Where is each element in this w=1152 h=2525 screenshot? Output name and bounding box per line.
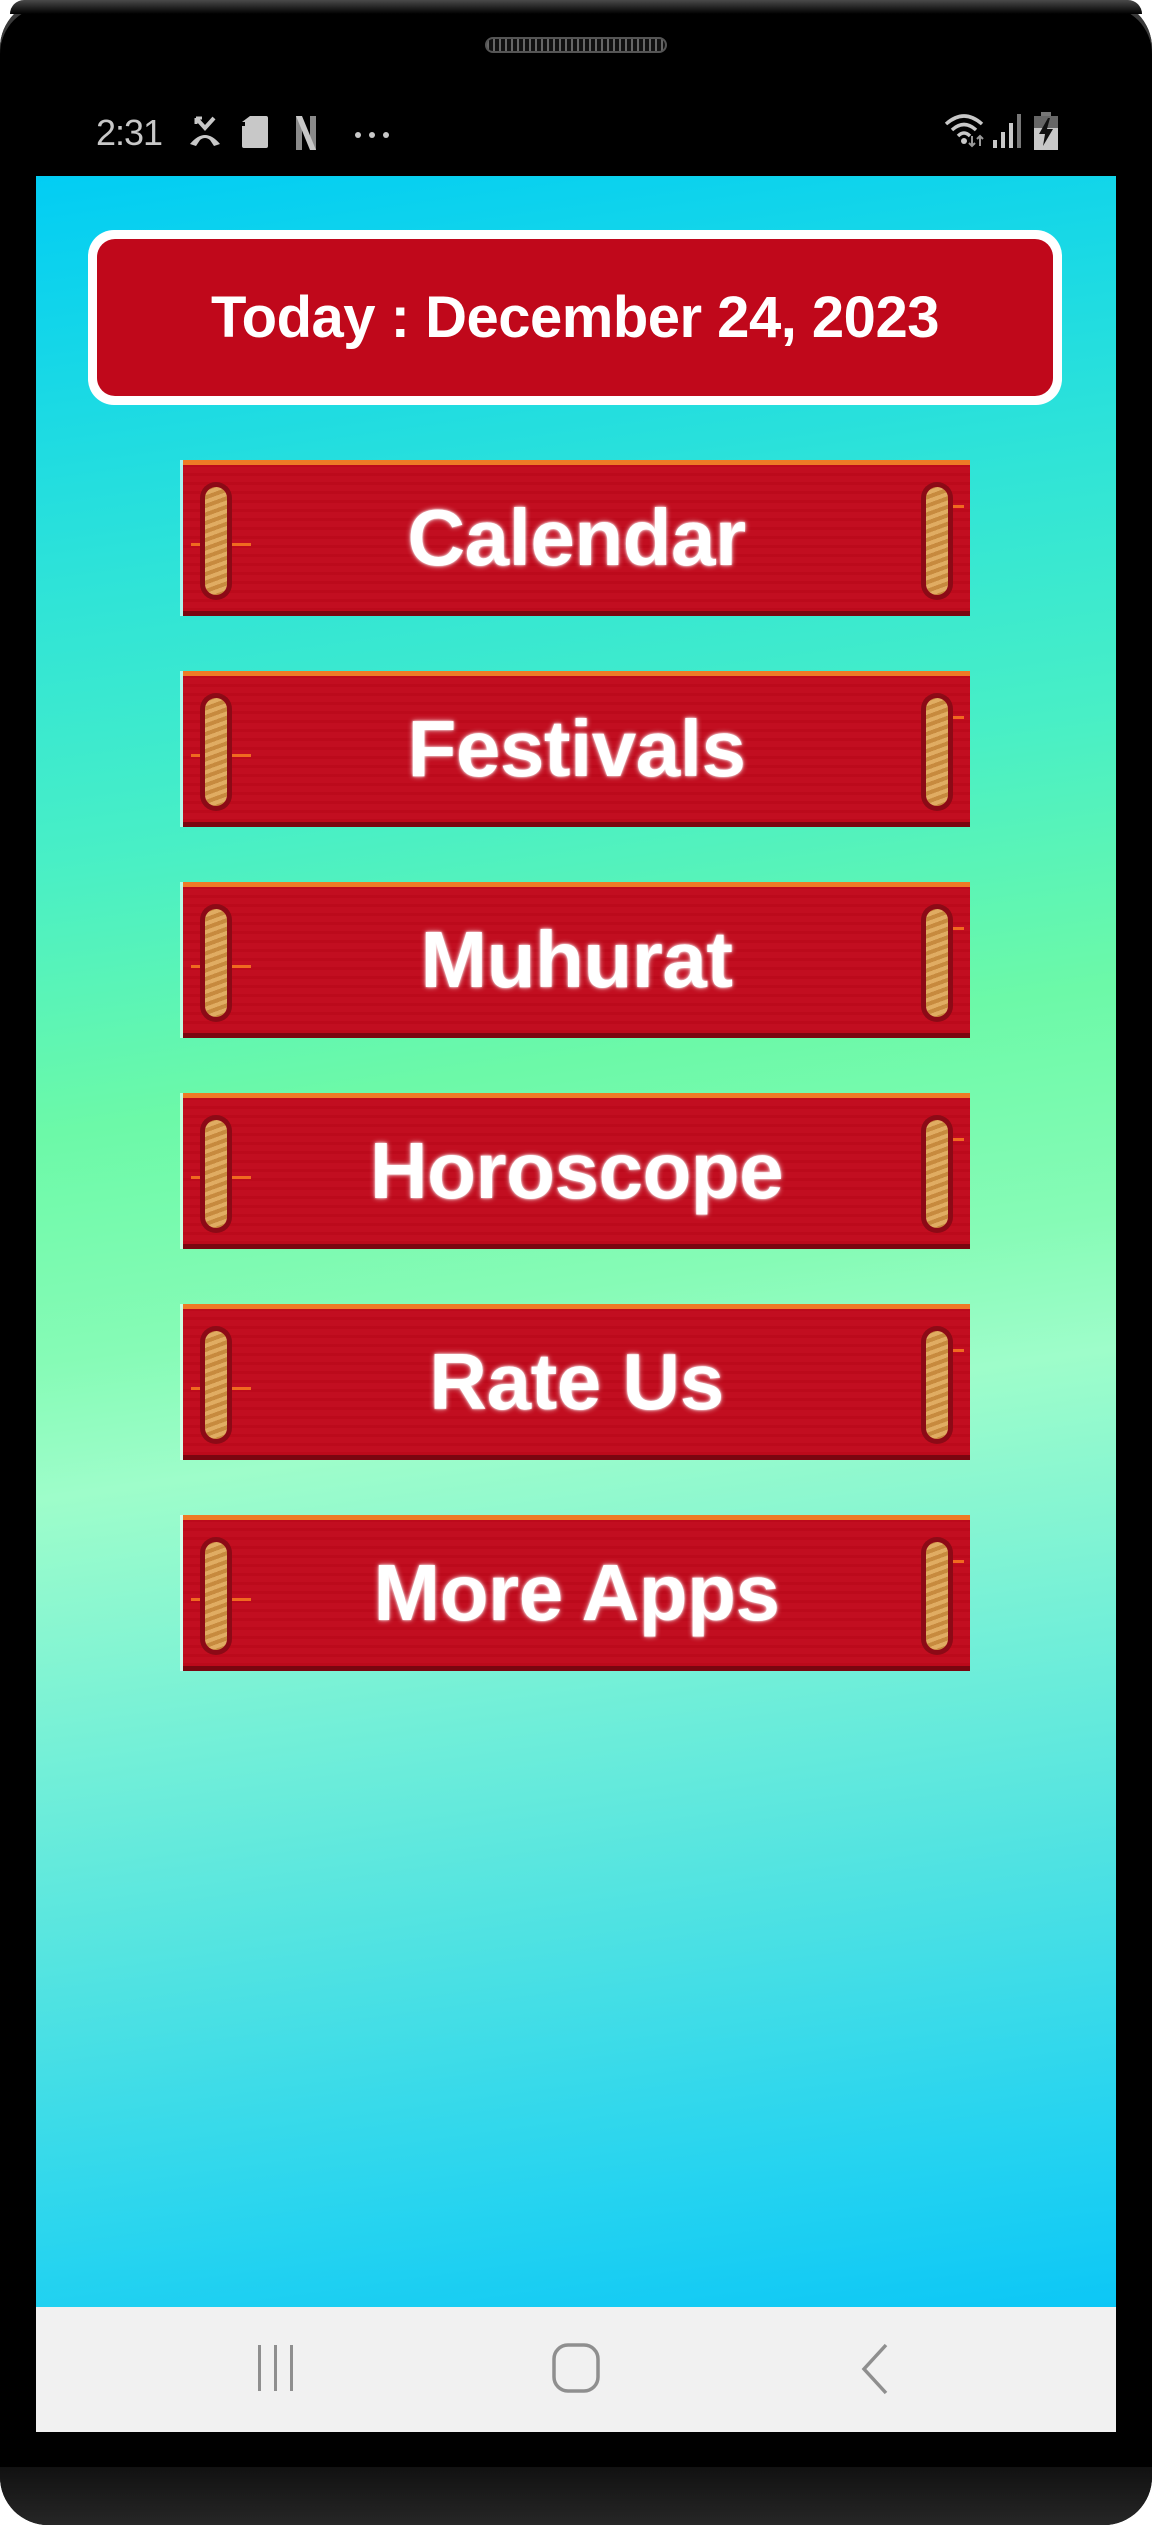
rope-icon [205, 698, 227, 806]
phone-top-edge [10, 0, 1142, 14]
rate-us-button-label: Rate Us [429, 1337, 724, 1426]
status-bar: 2:31 [36, 100, 1116, 176]
home-button[interactable] [552, 2343, 602, 2398]
calendar-button[interactable]: Calendar [183, 460, 970, 616]
rope-icon [205, 909, 227, 1017]
signal-icon [993, 114, 1023, 153]
rope-icon [205, 487, 227, 595]
phone-chin [0, 2467, 1152, 2525]
recent-apps-button[interactable] [256, 2343, 296, 2398]
status-time: 2:31 [96, 112, 163, 153]
more-apps-button-label: More Apps [373, 1548, 780, 1637]
netflix-icon [296, 116, 316, 155]
horoscope-button[interactable]: Horoscope [183, 1093, 970, 1249]
rope-icon [205, 1542, 227, 1650]
rate-us-button[interactable]: Rate Us [183, 1304, 970, 1460]
rope-icon [926, 1120, 948, 1228]
system-nav-bar [36, 2307, 1116, 2432]
back-button[interactable] [858, 2343, 894, 2400]
more-apps-button[interactable]: More Apps [183, 1515, 970, 1671]
muhurat-button[interactable]: Muhurat [183, 882, 970, 1038]
app-screen: Today : December 24, 2023 Calendar Festi… [36, 176, 1116, 2307]
festivals-button[interactable]: Festivals [183, 671, 970, 827]
rope-icon [926, 1331, 948, 1439]
sd-card-icon [242, 116, 268, 153]
recent-apps-icon [258, 2345, 293, 2391]
rope-icon [926, 487, 948, 595]
muhurat-button-label: Muhurat [420, 915, 733, 1004]
home-icon [552, 2343, 600, 2393]
calendar-button-label: Calendar [407, 493, 746, 582]
today-date-label: Today : December 24, 2023 [97, 239, 1053, 396]
back-icon [861, 2343, 888, 2395]
date-banner: Today : December 24, 2023 [88, 230, 1062, 405]
rope-icon [926, 1542, 948, 1650]
rope-icon [926, 909, 948, 1017]
horoscope-button-label: Horoscope [369, 1126, 784, 1215]
earpiece-speaker [485, 37, 667, 53]
rope-icon [926, 698, 948, 806]
missed-call-icon [188, 116, 222, 153]
battery-charging-icon [1034, 112, 1058, 155]
phone-frame: 2:31 Today: December 24, 2023 Calendar … [0, 0, 1152, 2525]
more-notifications-icon [354, 126, 390, 144]
rope-icon [205, 1331, 227, 1439]
festivals-button-label: Festivals [407, 704, 746, 793]
wifi-icon [944, 112, 988, 153]
rope-icon [205, 1120, 227, 1228]
